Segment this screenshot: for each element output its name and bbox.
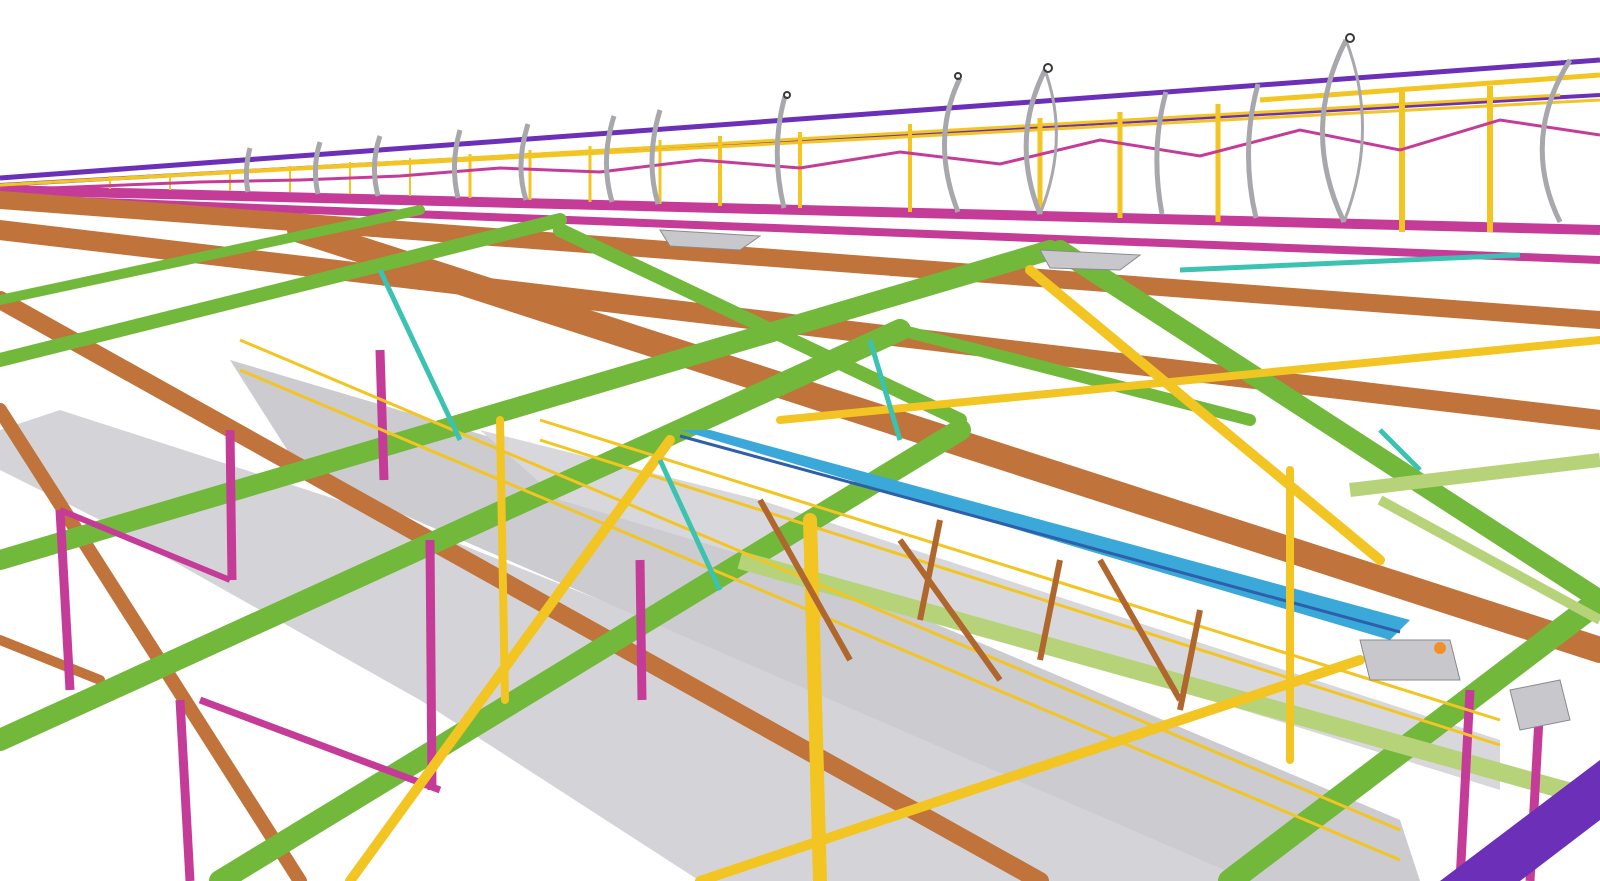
model-viewport[interactable] — [0, 0, 1600, 881]
orange-marker — [1434, 642, 1446, 654]
truss-model-render — [0, 0, 1600, 881]
